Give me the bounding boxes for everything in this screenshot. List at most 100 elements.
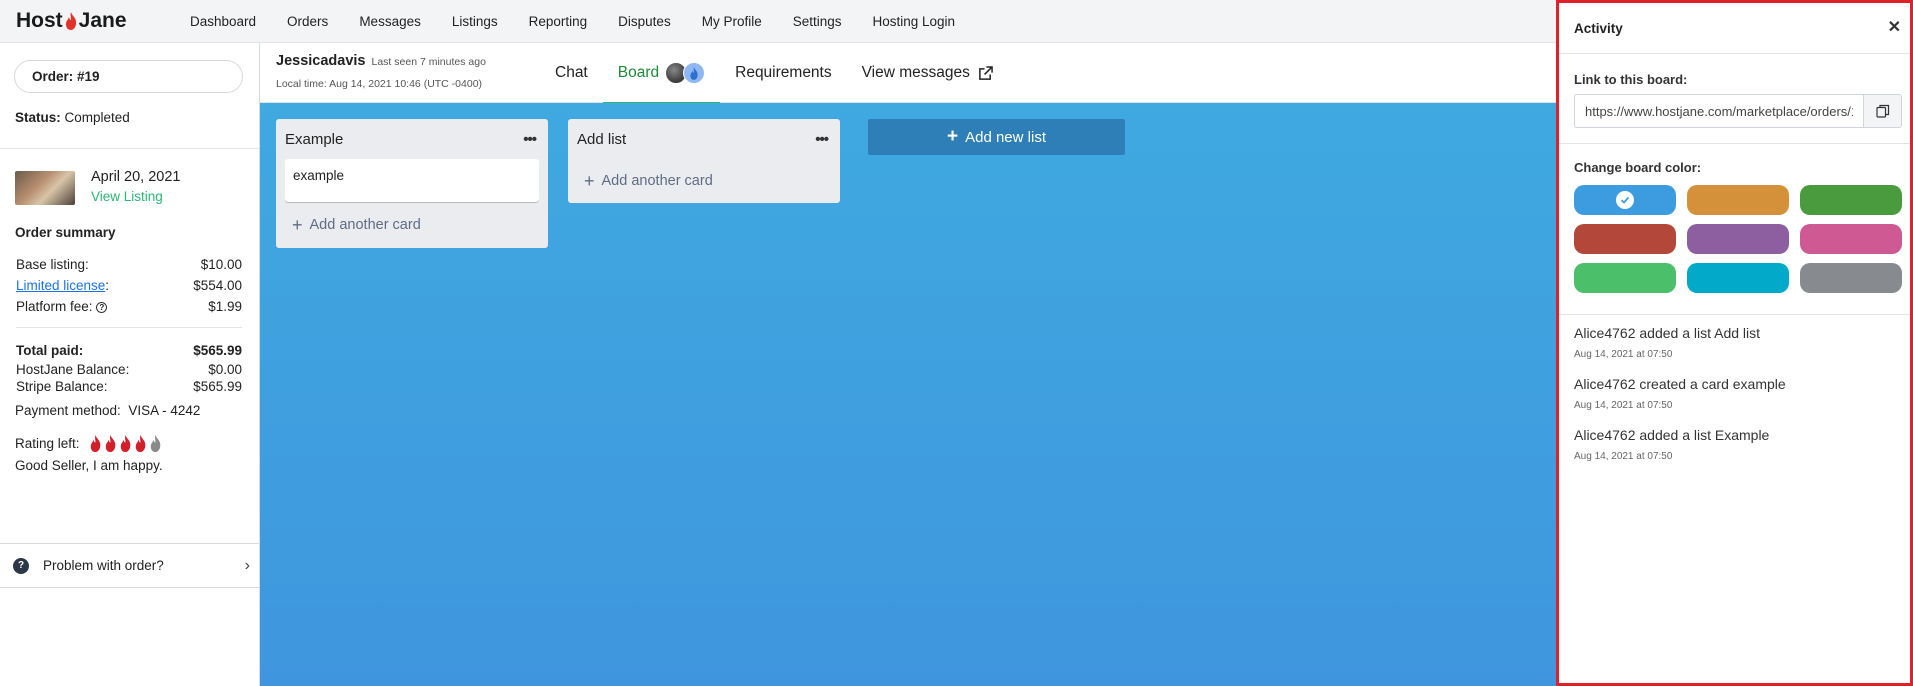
list-title[interactable]: Example (285, 131, 343, 148)
close-icon[interactable]: ✕ (1888, 17, 1901, 37)
tab-chat[interactable]: Chat (540, 43, 603, 103)
buyer-name: Jessicadavis Last seen 7 minutes ago (276, 53, 486, 69)
add-new-list-button[interactable]: + Add new list (868, 119, 1125, 155)
problem-with-order-button[interactable]: ? Problem with order? › (0, 543, 259, 588)
nav-item-my-profile[interactable]: My Profile (702, 14, 762, 29)
list-title[interactable]: Add list (577, 131, 626, 148)
board-color-swatch[interactable] (1687, 263, 1789, 293)
activity-header: Activity ✕ (1559, 3, 1910, 54)
board-color-swatch[interactable] (1687, 185, 1789, 215)
nav-item-messages[interactable]: Messages (359, 14, 421, 29)
rating-flame-filled-icon (120, 435, 130, 452)
board-link-input[interactable] (1574, 94, 1863, 128)
tab-requirements[interactable]: Requirements (720, 43, 847, 103)
platform-fee-label: Platform fee: (16, 299, 93, 314)
board-list: Add list ••• + Add another card (568, 119, 840, 203)
board-link-label: Link to this board: (1574, 72, 1688, 87)
status-value: Completed (64, 110, 130, 125)
tab-requirements-label: Requirements (735, 64, 832, 81)
board-color-swatch[interactable] (1574, 263, 1676, 293)
add-card-button[interactable]: + Add another card (276, 202, 548, 248)
copy-link-button[interactable] (1863, 94, 1902, 128)
view-listing-link[interactable]: View Listing (91, 189, 180, 204)
license-row: Limited license: $554.00 (16, 275, 242, 296)
board-link-row (1574, 94, 1902, 128)
nav-item-listings[interactable]: Listings (452, 14, 498, 29)
list-menu-icon[interactable]: ••• (815, 131, 829, 148)
nav-item-reporting[interactable]: Reporting (529, 14, 588, 29)
board-color-swatches (1574, 185, 1910, 293)
board-color-swatch[interactable] (1800, 263, 1902, 293)
rating-flame-filled-icon (90, 435, 100, 452)
add-list-label: Add new list (965, 128, 1046, 146)
activity-item: Alice4762 added a list Example Aug 14, 20… (1574, 427, 1910, 462)
check-icon (1616, 191, 1634, 209)
board-color-swatch[interactable] (1800, 224, 1902, 254)
help-icon[interactable]: ? (96, 301, 108, 313)
divider (1559, 143, 1910, 144)
divider (0, 148, 259, 149)
board-avatars (665, 62, 706, 84)
local-time: Local time: Aug 14, 2021 10:46 (UTC -040… (276, 78, 483, 90)
main-nav: Dashboard Orders Messages Listings Reporting… (190, 14, 986, 29)
external-link-icon (979, 65, 993, 80)
activity-item: Alice4762 created a card example Aug 14, … (1574, 376, 1910, 411)
rating-flame-filled-icon (105, 435, 115, 452)
nav-item-disputes[interactable]: Disputes (618, 14, 671, 29)
nav-item-settings[interactable]: Settings (793, 14, 842, 29)
stripe-balance-label: Stripe Balance: (16, 379, 108, 394)
chevron-right-icon: › (244, 557, 250, 574)
nav-item-dashboard[interactable]: Dashboard (190, 14, 256, 29)
stripe-balance-row: Stripe Balance: $565.99 (16, 378, 242, 395)
list-menu-icon[interactable]: ••• (523, 131, 537, 148)
activity-item: Alice4762 added a list Add list Aug 14, 2… (1574, 325, 1910, 360)
rating-flames (88, 435, 163, 452)
board-color-swatch[interactable] (1574, 224, 1676, 254)
payment-method: Payment method: VISA - 4242 (15, 403, 259, 418)
activity-text: Alice4762 added a list Example (1574, 427, 1770, 443)
platform-fee-row: Platform fee: ? $1.99 (16, 296, 242, 317)
listing-info: April 20, 2021 View Listing (15, 169, 259, 205)
avatar (683, 62, 706, 84)
flame-logo-icon (65, 12, 76, 30)
base-listing-value: $10.00 (200, 257, 242, 272)
nav-item-hosting-login[interactable]: Hosting Login (873, 14, 956, 29)
question-icon: ? (13, 557, 29, 574)
kanban-board: Example ••• example + Add another card Ad… (260, 103, 1557, 686)
stripe-balance-value: $565.99 (193, 379, 242, 394)
add-card-button[interactable]: + Add another card (568, 159, 840, 203)
total-paid-value: $565.99 (193, 343, 242, 358)
order-tabs: Chat Board Requirements View messages (540, 43, 1008, 104)
board-list: Example ••• example + Add another card (276, 119, 548, 248)
total-paid-label: Total paid: (16, 343, 84, 358)
order-line-items: Base listing: $10.00 Limited license: $554… (16, 254, 242, 317)
copy-icon (1875, 104, 1889, 118)
tab-board[interactable]: Board (602, 43, 721, 104)
tab-view-messages[interactable]: View messages (847, 43, 1008, 103)
platform-fee-value: $1.99 (208, 299, 242, 314)
add-card-label: Add another card (601, 173, 713, 189)
divider (16, 327, 242, 328)
limited-license-link[interactable]: Limited license (16, 278, 105, 293)
plus-icon: + (292, 214, 303, 235)
listing-thumbnail[interactable] (15, 171, 75, 205)
activity-time: Aug 14, 2021 at 07:50 (1574, 400, 1673, 411)
board-color-swatch[interactable] (1574, 185, 1676, 215)
hostjane-balance-label: HostJane Balance: (16, 362, 130, 377)
hostjane-logo[interactable]: Host Jane (16, 9, 190, 33)
board-color-swatch[interactable] (1800, 185, 1902, 215)
payment-method-value: VISA - 4242 (128, 403, 201, 418)
hostjane-balance-value: $0.00 (208, 362, 242, 377)
order-sidebar: Order: #19 Status: Completed April 20, 2… (0, 43, 260, 686)
board-card[interactable]: example (285, 159, 539, 202)
nav-item-orders[interactable]: Orders (287, 14, 328, 29)
activity-title: Activity (1574, 20, 1623, 36)
tab-chat-label: Chat (555, 64, 588, 81)
activity-time: Aug 14, 2021 at 07:50 (1574, 349, 1673, 360)
base-listing-row: Base listing: $10.00 (16, 254, 242, 275)
tab-board-label: Board (617, 64, 660, 81)
board-color-swatch[interactable] (1687, 224, 1789, 254)
order-header: Jessicadavis Last seen 7 minutes ago Loca… (260, 43, 1557, 104)
rating-flame-empty-icon (150, 435, 160, 452)
plus-icon: + (947, 126, 959, 147)
